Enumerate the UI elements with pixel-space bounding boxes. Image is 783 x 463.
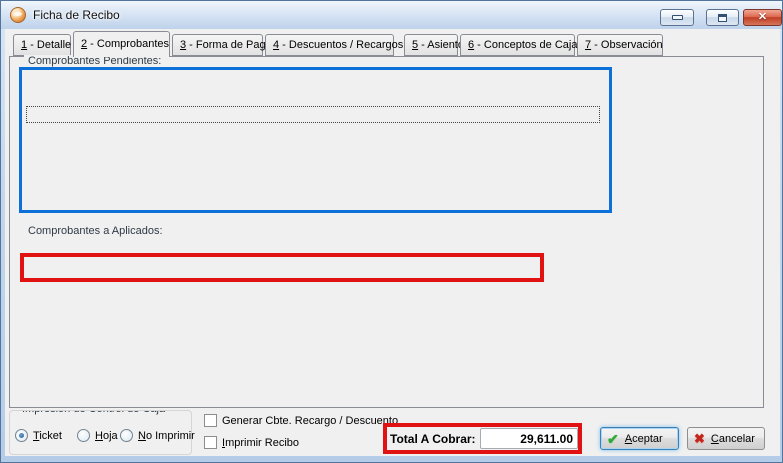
total-a-cobrar-field[interactable]: 29,611.00 [480,428,578,449]
total-a-cobrar-label: Total A Cobrar: [390,432,476,446]
checkbox-imprimir-recibo-icon[interactable] [204,436,217,449]
close-icon: ✕ [758,12,767,23]
applied-group-label: Comprobantes a Aplicados: [24,225,167,237]
minimize-button[interactable] [660,9,694,26]
checkbox-generar-cbte[interactable]: Generar Cbte. Recargo / Descuento [204,414,398,427]
restore-icon [718,14,727,22]
print-control-group-label: Impresión de Control de Caja [18,410,169,415]
tab-asiento[interactable]: 5 - Asiento [404,34,458,56]
check-icon: ✔ [607,432,619,446]
dialog-window: Ficha de Recibo ✕ 1 - Detalle 2 - Compro… [0,0,783,463]
radio-ticket-icon[interactable] [15,429,28,442]
tab-forma-de-pago[interactable]: 3 - Forma de Pago [172,34,263,56]
checkbox-generar-cbte-icon[interactable] [204,414,217,427]
cancelar-button[interactable]: ✖ Cancelar [687,427,765,450]
app-icon [10,7,26,23]
radio-no-imprimir-icon[interactable] [120,429,133,442]
restore-button[interactable] [706,9,739,26]
radio-ticket[interactable]: Ticket [15,429,62,442]
title-bar[interactable]: Ficha de Recibo ✕ [1,1,782,29]
tab-descuentos-recargos[interactable]: 4 - Descuentos / Recargos [265,34,394,56]
radio-hoja-icon[interactable] [77,429,90,442]
pending-grid-focus-row[interactable] [26,106,600,123]
minimize-icon [672,15,683,20]
window-title: Ficha de Recibo [33,8,120,22]
aceptar-button[interactable]: ✔ Aceptar [600,427,679,450]
close-button[interactable]: ✕ [743,9,782,26]
radio-hoja[interactable]: Hoja [77,429,118,442]
tab-observacion[interactable]: 7 - Observación [577,34,663,56]
radio-no-imprimir[interactable]: No Imprimir [120,429,195,442]
tab-conceptos-de-caja[interactable]: 6 - Conceptos de Caja [460,34,575,56]
x-icon: ✖ [694,432,705,445]
checkbox-imprimir-recibo[interactable]: Imprimir Recibo [204,436,299,449]
tab-comprobantes[interactable]: 2 - Comprobantes [73,31,170,57]
tab-detalle[interactable]: 1 - Detalle [13,34,71,56]
